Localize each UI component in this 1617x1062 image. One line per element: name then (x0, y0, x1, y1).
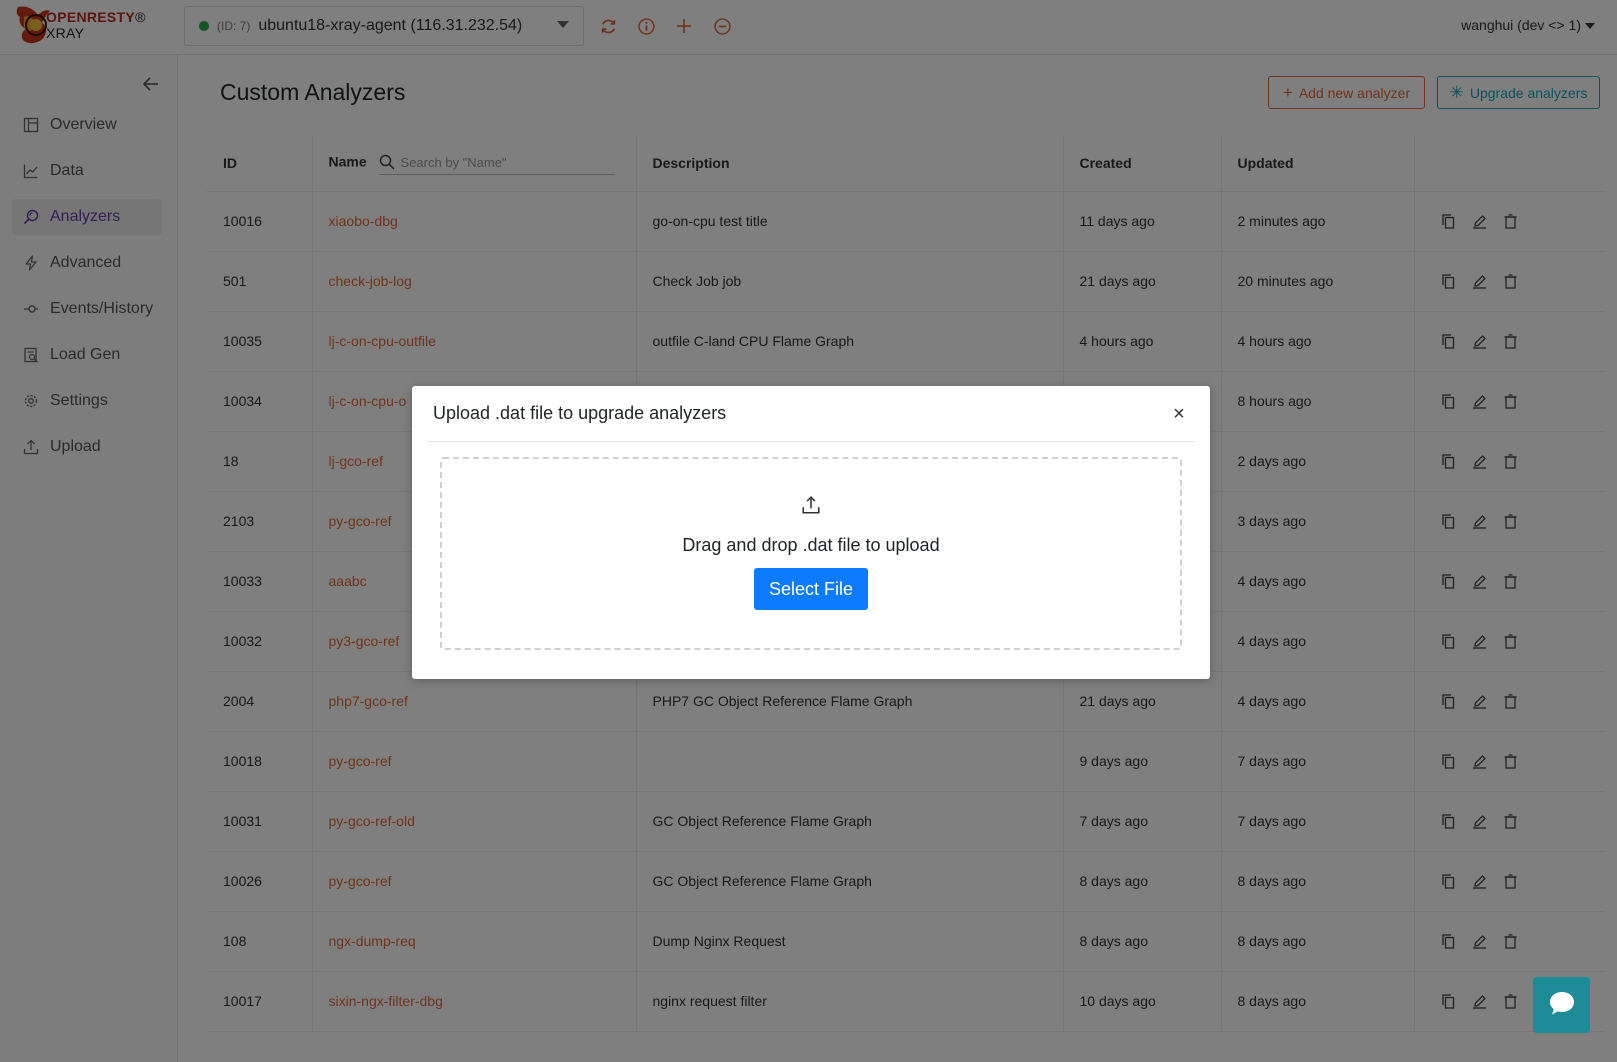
dropzone-text: Drag and drop .dat file to upload (682, 535, 940, 555)
select-file-button[interactable]: Select File (753, 568, 869, 610)
close-icon[interactable]: × (1169, 404, 1189, 424)
upload-icon (801, 495, 821, 515)
chat-button[interactable] (1533, 977, 1590, 1033)
modal-title: Upload .dat file to upgrade analyzers (433, 403, 727, 423)
modal-header: Upload .dat file to upgrade analyzers × (427, 386, 1195, 442)
chat-bubble-icon (1548, 990, 1576, 1021)
file-dropzone[interactable]: Drag and drop .dat file to upload Select… (440, 457, 1182, 650)
upload-modal: Upload .dat file to upgrade analyzers × … (412, 386, 1210, 679)
